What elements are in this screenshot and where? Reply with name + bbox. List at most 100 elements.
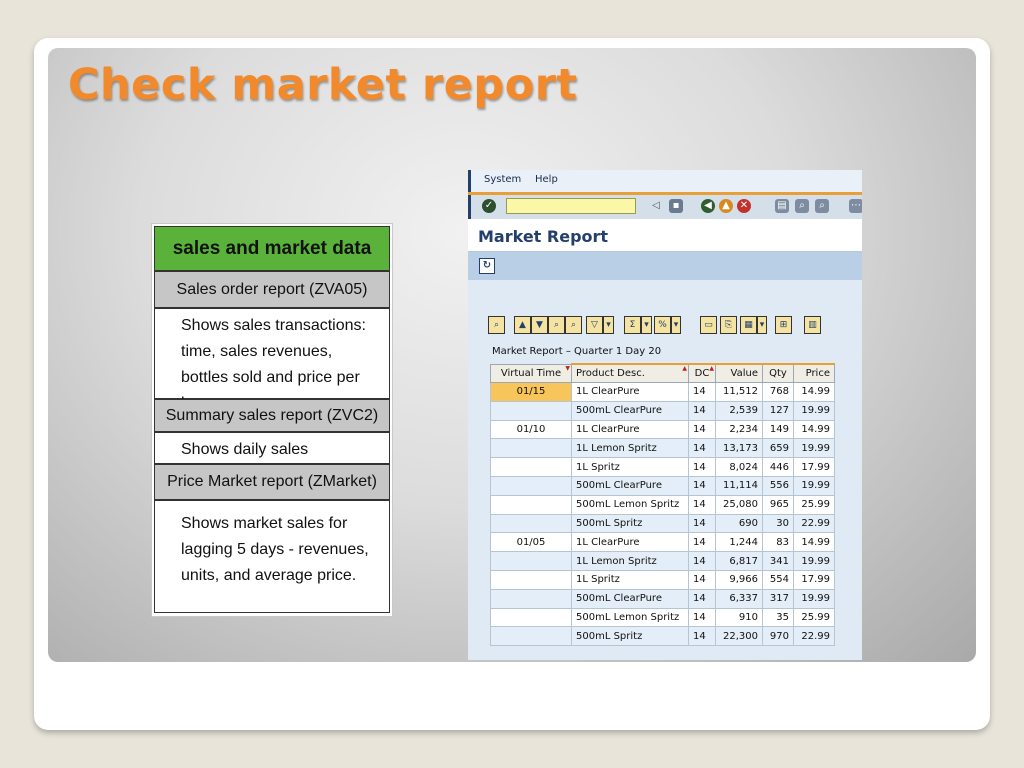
- cell-product-desc[interactable]: 1L ClearPure: [571, 382, 689, 402]
- find-next-icon[interactable]: ⌕: [815, 199, 829, 213]
- cell-qty[interactable]: 35: [762, 607, 794, 628]
- cell-product-desc[interactable]: 1L Lemon Spritz: [571, 551, 689, 571]
- filter-dropdown-icon[interactable]: ▾: [603, 316, 614, 334]
- cell-value[interactable]: 13,173: [715, 438, 763, 459]
- cell-virtual-time[interactable]: [490, 569, 572, 590]
- cell-dc[interactable]: 14: [688, 475, 716, 496]
- cell-qty[interactable]: 554: [762, 569, 794, 590]
- command-field[interactable]: [506, 198, 636, 214]
- cell-dc[interactable]: 14: [688, 607, 716, 628]
- cell-price[interactable]: 25.99: [793, 494, 835, 515]
- cell-qty[interactable]: 149: [762, 419, 794, 440]
- cell-product-desc[interactable]: 1L Spritz: [571, 457, 689, 477]
- table-row[interactable]: 01/10 1L ClearPure 14 2,234 149 14.99: [490, 419, 835, 440]
- menu-system[interactable]: System: [484, 174, 521, 185]
- table-row[interactable]: 500mL ClearPure 14 2,539 127 19.99: [490, 400, 835, 421]
- cell-value[interactable]: 11,512: [715, 382, 763, 402]
- cell-value[interactable]: 690: [715, 513, 763, 534]
- cell-dc[interactable]: 14: [688, 551, 716, 571]
- cell-price[interactable]: 22.99: [793, 626, 835, 647]
- cell-price[interactable]: 19.99: [793, 588, 835, 609]
- cell-value[interactable]: 2,539: [715, 400, 763, 421]
- table-row[interactable]: 500mL Spritz 14 690 30 22.99: [490, 513, 835, 534]
- col-header-virtual-time[interactable]: Virtual Time ▼: [490, 363, 572, 383]
- cell-product-desc[interactable]: 1L Spritz: [571, 569, 689, 590]
- col-header-price[interactable]: Price: [793, 363, 835, 383]
- sort-desc-icon[interactable]: ▼: [531, 316, 548, 334]
- cell-price[interactable]: 22.99: [793, 513, 835, 534]
- cell-price[interactable]: 19.99: [793, 438, 835, 459]
- cell-dc[interactable]: 14: [688, 569, 716, 590]
- cell-price[interactable]: 17.99: [793, 569, 835, 590]
- cell-product-desc[interactable]: 500mL ClearPure: [571, 475, 689, 496]
- cell-qty[interactable]: 317: [762, 588, 794, 609]
- cell-virtual-time[interactable]: [490, 457, 572, 477]
- table-row[interactable]: 1L Spritz 14 8,024 446 17.99: [490, 457, 835, 477]
- print-preview-icon[interactable]: ▭: [700, 316, 717, 334]
- subtotal-icon[interactable]: %: [654, 316, 671, 334]
- cell-product-desc[interactable]: 500mL Lemon Spritz: [571, 607, 689, 628]
- cancel-icon[interactable]: ✕: [737, 199, 751, 213]
- cell-dc[interactable]: 14: [688, 532, 716, 553]
- cell-qty[interactable]: 970: [762, 626, 794, 647]
- table-row[interactable]: 500mL ClearPure 14 11,114 556 19.99: [490, 475, 835, 496]
- cell-value[interactable]: 1,244: [715, 532, 763, 553]
- col-header-product-desc[interactable]: Product Desc. ▲: [571, 363, 689, 383]
- cell-value[interactable]: 910: [715, 607, 763, 628]
- cell-price[interactable]: 14.99: [793, 419, 835, 440]
- filter-icon[interactable]: ▽: [586, 316, 603, 334]
- cell-product-desc[interactable]: 500mL Lemon Spritz: [571, 494, 689, 515]
- cell-qty[interactable]: 965: [762, 494, 794, 515]
- cell-product-desc[interactable]: 500mL ClearPure: [571, 400, 689, 421]
- table-row[interactable]: 500mL Lemon Spritz 14 910 35 25.99: [490, 607, 835, 628]
- cell-qty[interactable]: 768: [762, 382, 794, 402]
- cell-dc[interactable]: 14: [688, 588, 716, 609]
- graphic-icon[interactable]: ▥: [804, 316, 821, 334]
- cell-virtual-time[interactable]: 01/15: [490, 382, 572, 402]
- sort-asc-icon[interactable]: ▲: [514, 316, 531, 334]
- cell-virtual-time[interactable]: 01/05: [490, 532, 572, 553]
- cell-value[interactable]: 6,337: [715, 588, 763, 609]
- cell-product-desc[interactable]: 500mL Spritz: [571, 626, 689, 647]
- cell-value[interactable]: 22,300: [715, 626, 763, 647]
- col-header-qty[interactable]: Qty: [762, 363, 794, 383]
- save-icon[interactable]: ▪: [669, 199, 683, 213]
- find-icon[interactable]: ⌕: [548, 316, 565, 334]
- table-row[interactable]: 500mL Spritz 14 22,300 970 22.99: [490, 626, 835, 647]
- cell-virtual-time[interactable]: [490, 400, 572, 421]
- exit-icon[interactable]: ▲: [719, 199, 733, 213]
- cell-price[interactable]: 14.99: [793, 382, 835, 402]
- refresh-icon[interactable]: ↻: [479, 258, 495, 274]
- cell-price[interactable]: 19.99: [793, 551, 835, 571]
- cell-qty[interactable]: 83: [762, 532, 794, 553]
- print-icon[interactable]: ▤: [775, 199, 789, 213]
- cell-virtual-time[interactable]: [490, 626, 572, 647]
- cell-dc[interactable]: 14: [688, 626, 716, 647]
- cell-dc[interactable]: 14: [688, 513, 716, 534]
- cell-qty[interactable]: 341: [762, 551, 794, 571]
- col-header-dc[interactable]: DC ▲: [688, 363, 716, 383]
- cell-dc[interactable]: 14: [688, 419, 716, 440]
- cell-product-desc[interactable]: 1L Lemon Spritz: [571, 438, 689, 459]
- table-row[interactable]: 500mL ClearPure 14 6,337 317 19.99: [490, 588, 835, 609]
- cell-product-desc[interactable]: 500mL ClearPure: [571, 588, 689, 609]
- cell-virtual-time[interactable]: [490, 494, 572, 515]
- find-next-icon[interactable]: ⌕: [565, 316, 582, 334]
- menu-help[interactable]: Help: [535, 174, 558, 185]
- table-row[interactable]: 01/15 1L ClearPure 14 11,512 768 14.99: [490, 382, 835, 402]
- table-row[interactable]: 1L Lemon Spritz 14 13,173 659 19.99: [490, 438, 835, 459]
- subtotal-dropdown-icon[interactable]: ▾: [671, 316, 681, 334]
- table-row[interactable]: 01/05 1L ClearPure 14 1,244 83 14.99: [490, 532, 835, 553]
- cell-qty[interactable]: 30: [762, 513, 794, 534]
- cell-qty[interactable]: 659: [762, 438, 794, 459]
- cell-dc[interactable]: 14: [688, 438, 716, 459]
- sum-dropdown-icon[interactable]: ▾: [641, 316, 652, 334]
- cell-price[interactable]: 25.99: [793, 607, 835, 628]
- cell-dc[interactable]: 14: [688, 382, 716, 402]
- cell-dc[interactable]: 14: [688, 457, 716, 477]
- back-nav-icon[interactable]: ◀: [701, 199, 715, 213]
- sum-icon[interactable]: Σ: [624, 316, 641, 334]
- col-header-value[interactable]: Value: [715, 363, 763, 383]
- back-icon[interactable]: ◁: [649, 199, 663, 213]
- cell-product-desc[interactable]: 1L ClearPure: [571, 419, 689, 440]
